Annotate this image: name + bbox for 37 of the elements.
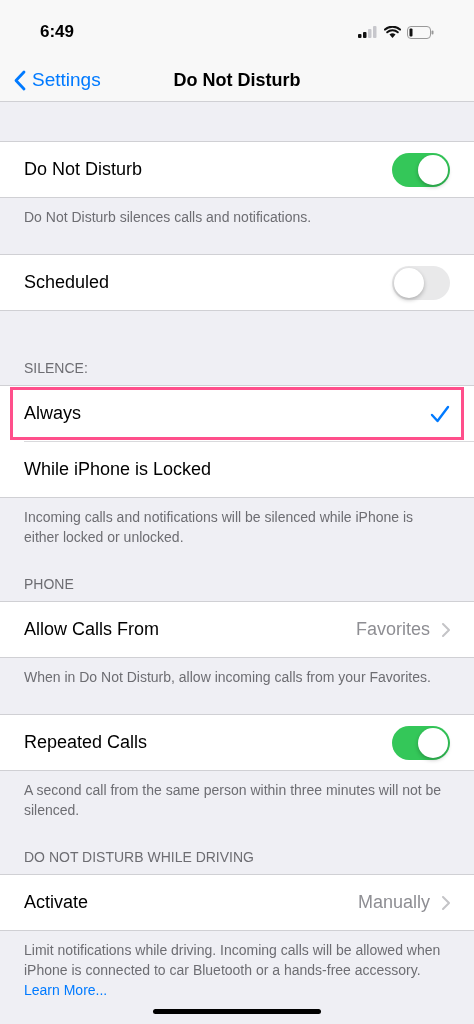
learn-more-link[interactable]: Learn More... <box>24 982 108 998</box>
settings-row[interactable]: Repeated Calls <box>0 715 474 770</box>
row-label: Scheduled <box>24 271 110 294</box>
nav-title: Do Not Disturb <box>173 69 301 92</box>
section-header: PHONE <box>23 575 75 594</box>
row-label: While iPhone is Locked <box>24 458 212 481</box>
row-label: Allow Calls From <box>24 618 160 641</box>
section-header: DO NOT DISTURB WHILE DRIVING <box>23 848 255 867</box>
row-label: Activate <box>24 891 89 914</box>
toggle-switch[interactable] <box>392 265 450 300</box>
chevron-left-icon <box>14 70 26 91</box>
back-button[interactable]: Settings <box>14 66 101 95</box>
settings-row[interactable]: Allow Calls From Favorites <box>0 602 474 657</box>
row-label: Always <box>24 402 81 425</box>
chevron-right-icon <box>442 895 450 910</box>
row-label: Do Not Disturb <box>24 158 143 181</box>
status-time: 6:49 <box>40 21 75 44</box>
section-footer: When in Do Not Disturb, allow incoming calls from your Favorites. <box>0 658 474 687</box>
row-value: Manually <box>357 891 430 914</box>
battery-icon <box>407 25 434 39</box>
section-header: SILENCE: <box>23 359 89 378</box>
chevron-right-icon <box>442 622 450 637</box>
row-value: Favorites <box>355 618 430 641</box>
settings-row[interactable]: While iPhone is Locked <box>0 442 474 497</box>
settings-row[interactable]: Do Not Disturb <box>0 142 474 197</box>
toggle-switch[interactable] <box>392 152 450 187</box>
section-footer: A second call from the same person within three minutes will not be silenced. <box>0 771 474 820</box>
section-footer: Incoming calls and notifications will be silenced while iPhone is either locked or unlocked. <box>0 498 474 547</box>
section-footer: Limit notifications while driving. Incoming calls will be allowed when iPhone is connected to car Bluetooth or a hands-free accessory. Learn More... <box>0 931 474 1000</box>
section-footer: Do Not Disturb silences calls and notifications. <box>0 198 474 227</box>
toggle-switch[interactable] <box>392 725 450 760</box>
wifi-icon <box>384 26 401 38</box>
settings-row[interactable]: Scheduled <box>0 255 474 310</box>
settings-row[interactable]: Activate Manually <box>0 875 474 930</box>
settings-row[interactable]: Always <box>0 386 474 441</box>
signal-icon <box>358 26 378 38</box>
row-label: Repeated Calls <box>24 731 148 754</box>
